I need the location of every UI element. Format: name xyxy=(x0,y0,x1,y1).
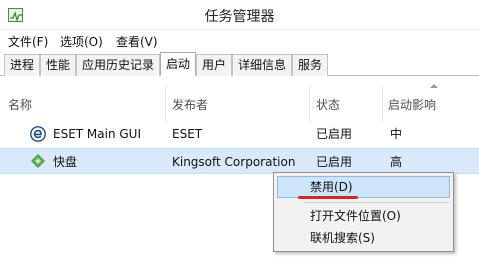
tab-app-history[interactable]: 应用历史记录 xyxy=(76,54,160,76)
table-row-selected[interactable]: 快盘 Kingsoft Corporation 已启用 高 xyxy=(0,148,479,174)
title-bar: 任务管理器 xyxy=(0,0,479,30)
tab-startup[interactable]: 启动 xyxy=(160,52,196,76)
row-name: 快盘 xyxy=(53,155,78,169)
kuaipan-icon xyxy=(30,153,46,169)
column-header-impact[interactable]: 启动影响 xyxy=(388,96,436,113)
column-divider[interactable] xyxy=(165,86,166,122)
column-divider[interactable] xyxy=(309,86,310,122)
row-status: 已启用 xyxy=(316,127,353,141)
annotation-underline xyxy=(298,196,358,199)
context-menu: 禁用(D) 打开文件位置(O) 联机搜索(S) xyxy=(273,172,454,252)
menu-separator xyxy=(304,202,449,203)
tab-details[interactable]: 详细信息 xyxy=(232,54,292,76)
tab-services[interactable]: 服务 xyxy=(292,54,328,76)
disable-menu-item[interactable]: 禁用(D) xyxy=(277,176,450,198)
window-title: 任务管理器 xyxy=(204,9,275,25)
tab-processes[interactable]: 进程 xyxy=(4,54,40,76)
tab-performance[interactable]: 性能 xyxy=(40,54,76,76)
row-name: ESET Main GUI xyxy=(53,127,142,141)
column-divider[interactable] xyxy=(382,86,383,122)
menu-bar: 文件(F) 选项(O) 查看(V) xyxy=(0,30,479,52)
menu-options[interactable]: 选项(O) xyxy=(60,33,103,50)
tab-users[interactable]: 用户 xyxy=(196,54,232,76)
row-publisher: ESET xyxy=(172,127,203,141)
column-header-name[interactable]: 名称 xyxy=(8,96,32,113)
menu-view[interactable]: 查看(V) xyxy=(116,33,158,50)
open-file-location-menu-item[interactable]: 打开文件位置(O) xyxy=(277,205,450,227)
column-header-publisher[interactable]: 发布者 xyxy=(172,96,208,113)
eset-icon xyxy=(30,126,46,142)
row-impact: 中 xyxy=(390,127,403,141)
column-header-status[interactable]: 状态 xyxy=(316,96,340,113)
menu-file[interactable]: 文件(F) xyxy=(8,33,48,50)
sort-ascending-icon[interactable] xyxy=(430,84,438,88)
table-row[interactable]: ESET Main GUI ESET 已启用 中 xyxy=(0,121,479,147)
search-online-menu-item[interactable]: 联机搜索(S) xyxy=(277,227,450,249)
